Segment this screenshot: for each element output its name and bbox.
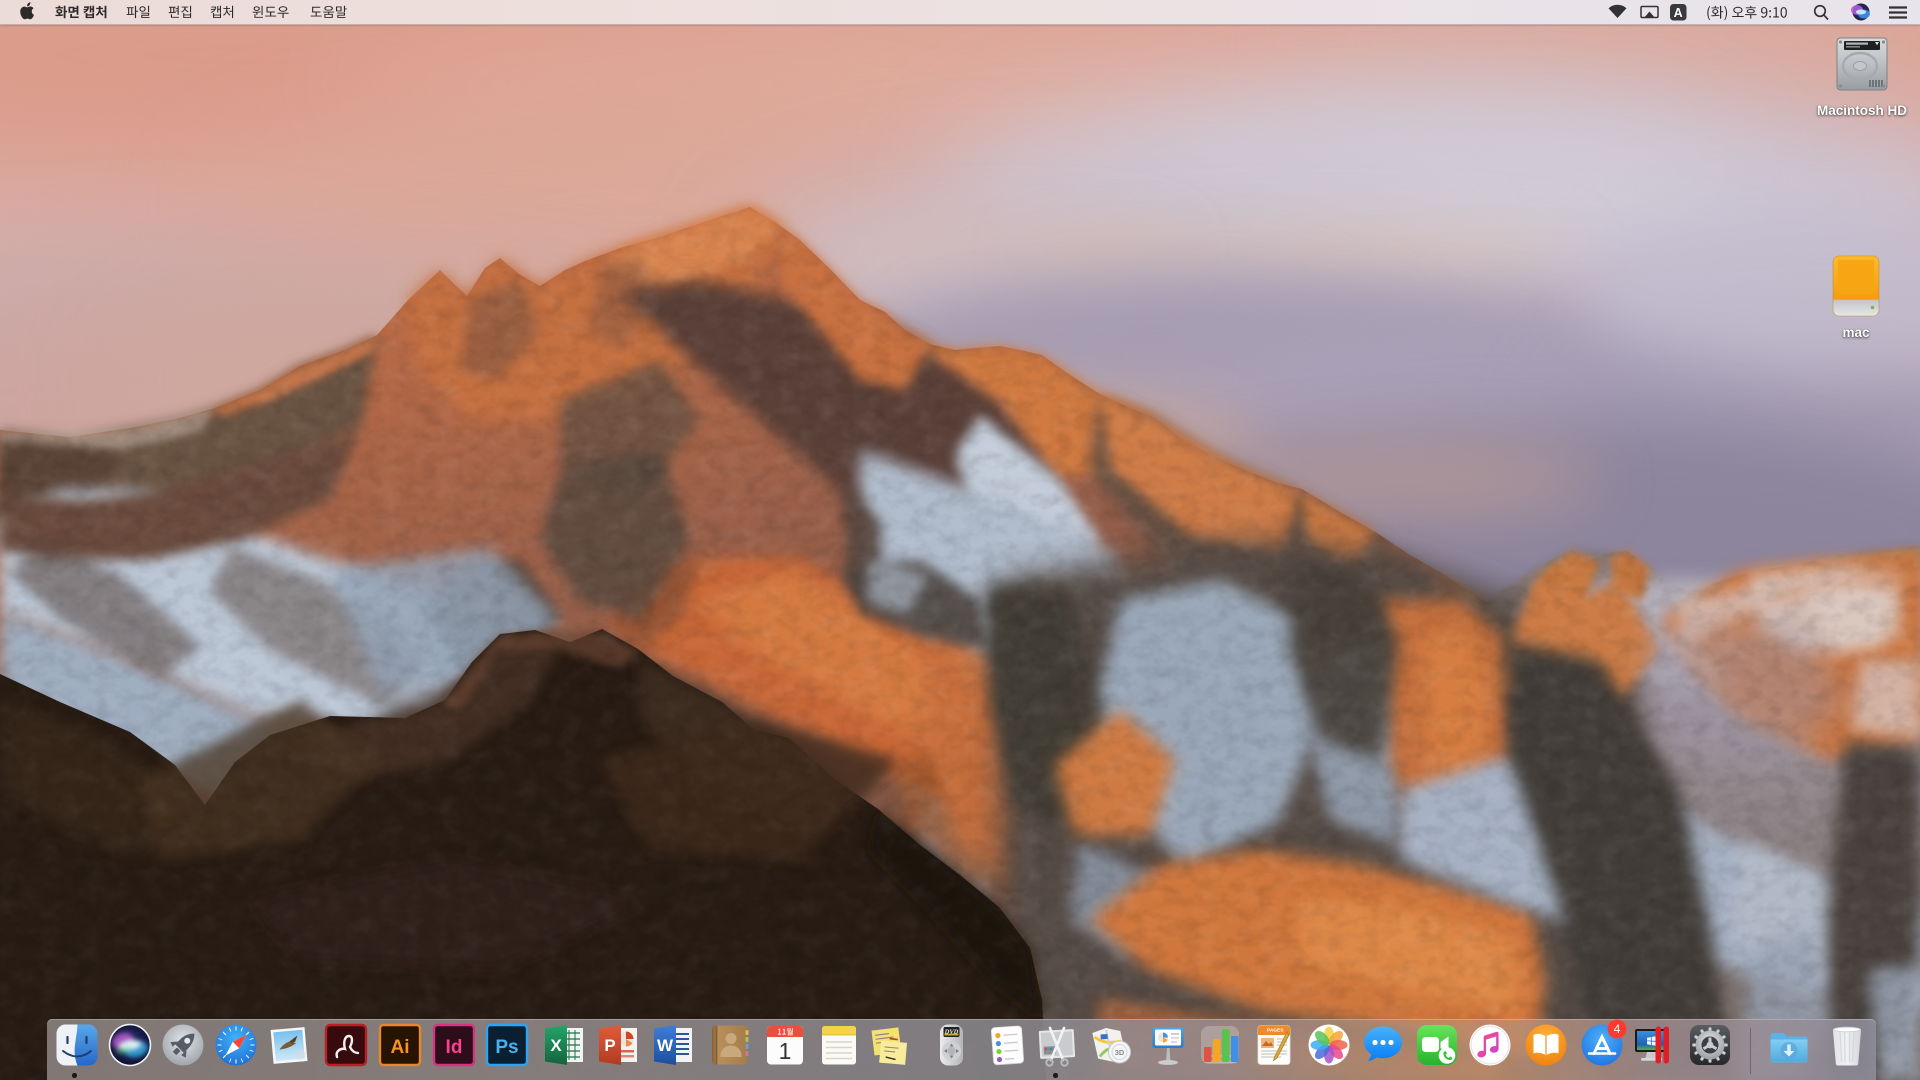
svg-text:P: P [604, 1036, 615, 1055]
svg-text:1: 1 [779, 1038, 792, 1064]
svg-text:W: W [657, 1036, 674, 1055]
svg-text:A: A [1674, 6, 1683, 20]
svg-text:Ai: Ai [391, 1037, 410, 1058]
svg-text:Id: Id [446, 1037, 463, 1058]
svg-text:3D: 3D [1115, 1048, 1125, 1057]
svg-text:4: 4 [1614, 1022, 1621, 1036]
svg-text:X: X [550, 1036, 562, 1055]
svg-text:PAGES: PAGES [1267, 1028, 1284, 1034]
svg-text:Ps: Ps [495, 1037, 518, 1058]
